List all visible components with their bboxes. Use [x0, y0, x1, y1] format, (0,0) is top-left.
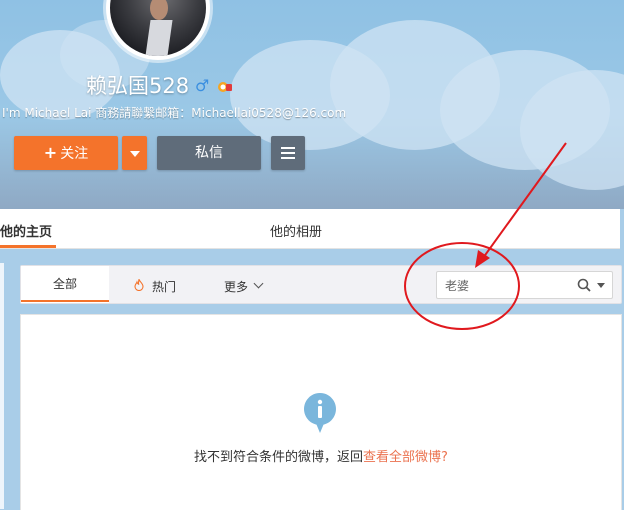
- member-badge-icon[interactable]: [217, 80, 233, 94]
- flame-icon: [134, 279, 144, 291]
- follow-button[interactable]: + 关注: [14, 136, 118, 170]
- caret-down-icon: [130, 151, 140, 157]
- profile-name: 赖弘国528: [86, 74, 190, 98]
- empty-state-message: 找不到符合条件的微博，返回查看全部微博?: [21, 446, 621, 465]
- tab-album[interactable]: 他的相册: [270, 221, 322, 240]
- empty-state-text: 找不到符合条件的微博，返回: [194, 450, 364, 465]
- feed-search: [436, 271, 613, 299]
- filter-more[interactable]: 更多: [224, 278, 248, 295]
- search-icon[interactable]: [577, 278, 591, 292]
- plus-icon: +: [43, 143, 58, 162]
- profile-bio: I'm Michael Lai 商務請聯繫邮箱：Michaellai0528@1…: [2, 106, 347, 120]
- filter-hot[interactable]: 热门: [152, 278, 176, 295]
- male-icon: ♂: [195, 76, 210, 95]
- active-tab-indicator: [0, 245, 56, 248]
- tab-home[interactable]: 他的主页: [0, 221, 52, 240]
- more-menu-button[interactable]: [271, 136, 305, 170]
- active-filter-indicator: [21, 300, 109, 302]
- message-button[interactable]: 私信: [157, 136, 261, 170]
- feed-content: 找不到符合条件的微博，返回查看全部微博?: [20, 314, 622, 510]
- profile-tabs: 他的主页 他的相册: [0, 209, 620, 249]
- chevron-down-icon: [253, 278, 264, 289]
- filter-all[interactable]: 全部: [21, 266, 109, 303]
- info-icon: [303, 393, 336, 433]
- feed-filter-bar: 全部 热门 更多: [20, 265, 622, 304]
- profile-header: 赖弘国528 ♂ I'm Michael Lai 商務請聯繫邮箱：Michael…: [0, 0, 624, 209]
- sidebar-edge: [0, 263, 4, 509]
- follow-dropdown-button[interactable]: [122, 136, 147, 170]
- search-options-caret-icon[interactable]: [597, 283, 605, 288]
- search-input[interactable]: [437, 272, 578, 298]
- view-all-weibo-link[interactable]: 查看全部微博?: [363, 450, 448, 465]
- follow-label: 关注: [60, 146, 89, 162]
